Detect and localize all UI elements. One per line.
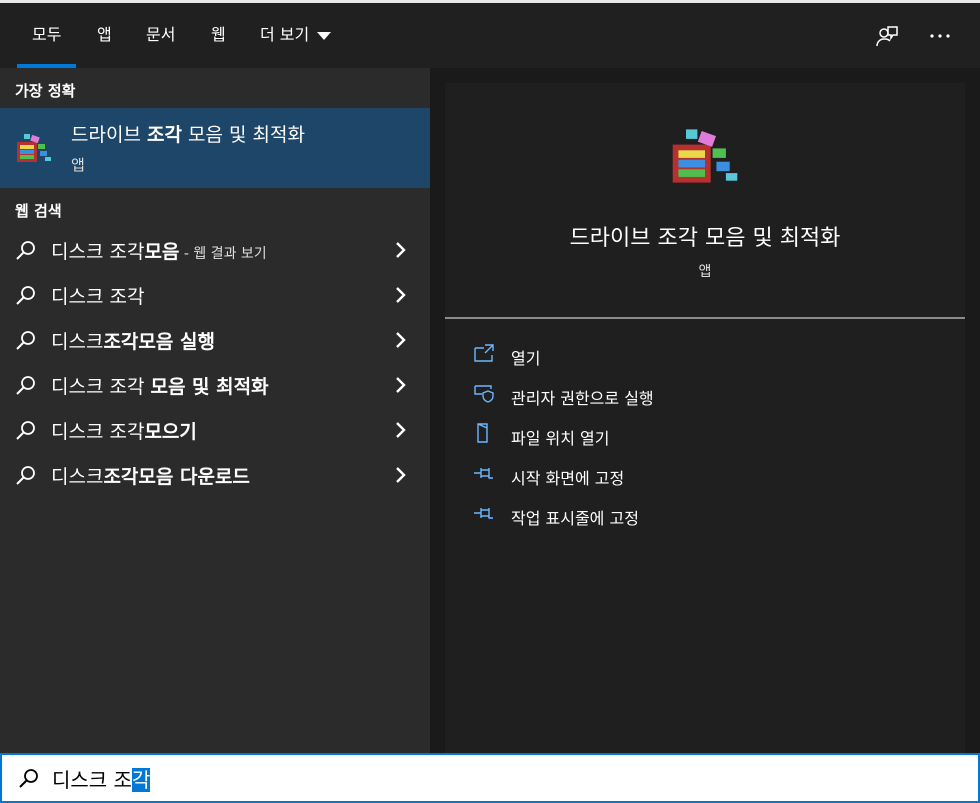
web-search-item[interactable]: 디스크조각모음 실행	[0, 318, 430, 363]
web-search-item-label: 디스크 조각모으기	[51, 421, 197, 443]
caret-down-icon	[317, 31, 332, 40]
search-icon	[16, 286, 35, 305]
more-options-icon[interactable]	[925, 21, 955, 51]
app-title: 드라이브 조각 모음 및 최적화	[569, 226, 841, 251]
defrag-app-icon	[17, 134, 51, 162]
best-match-title: 드라이브 조각 모음 및 최적화	[71, 124, 305, 146]
preview-panel: 드라이브 조각 모음 및 최적화 앱 열기 관리자 권한으로 실행 파일 위치 …	[430, 68, 980, 753]
action-label: 열기	[511, 349, 541, 368]
search-icon	[16, 421, 35, 440]
search-icon	[16, 376, 35, 395]
pin-icon	[474, 468, 493, 479]
tab-more-label: 더 보기	[260, 25, 310, 44]
chevron-right-icon	[396, 377, 406, 393]
web-search-item-label: 디스크 조각 모음 및 최적화	[51, 376, 269, 398]
web-search-item-label: 디스크조각모음 실행	[51, 331, 215, 353]
action-label: 파일 위치 열기	[511, 429, 610, 448]
web-search-item[interactable]: 디스크 조각모으기	[0, 408, 430, 453]
web-search-heading: 웹 검색	[15, 202, 62, 220]
action-label: 작업 표시줄에 고정	[511, 509, 639, 528]
search-icon	[19, 769, 38, 788]
search-query[interactable]: 디스크 조각	[52, 764, 151, 793]
web-search-item-label: 디스크 조각모음 - 웹 결과 보기	[51, 241, 267, 263]
feedback-icon[interactable]	[872, 21, 902, 51]
best-match-subtitle: 앱	[71, 156, 85, 174]
tab-more[interactable]: 더 보기	[260, 6, 332, 68]
web-search-item[interactable]: 디스크 조각모음 - 웹 결과 보기	[0, 228, 430, 273]
chevron-right-icon	[396, 467, 406, 483]
search-icon	[16, 331, 35, 350]
file-location-icon	[477, 423, 488, 443]
app-subtitle: 앱	[698, 264, 712, 280]
search-icon	[16, 466, 35, 485]
shield-icon	[474, 385, 494, 403]
search-selection: 각	[131, 768, 151, 792]
tab-all[interactable]: 모두	[16, 6, 78, 68]
web-search-item[interactable]: 디스크 조각 모음 및 최적화	[0, 363, 430, 408]
search-box[interactable]: 디스크 조각	[0, 753, 980, 803]
web-search-item-label: 디스크 조각	[51, 286, 145, 308]
divider	[445, 317, 965, 319]
chevron-right-icon	[396, 332, 406, 348]
chevron-right-icon	[396, 422, 406, 438]
pin-icon	[474, 508, 493, 519]
best-match-item[interactable]: 드라이브 조각 모음 및 최적화 앱	[0, 108, 430, 188]
web-search-item-label: 디스크조각모음 다운로드	[51, 466, 250, 488]
web-search-item[interactable]: 디스크 조각	[0, 273, 430, 318]
tab-documents[interactable]: 문서	[146, 6, 175, 68]
web-search-item[interactable]: 디스크조각모음 다운로드	[0, 453, 430, 498]
chevron-right-icon	[396, 242, 406, 258]
best-match-heading: 가장 정확	[15, 82, 76, 100]
open-icon	[474, 344, 494, 362]
chevron-right-icon	[396, 287, 406, 303]
filter-bar: 모두 앱 문서 웹 더 보기	[0, 0, 980, 68]
action-label: 관리자 권한으로 실행	[511, 389, 654, 408]
action-label: 시작 화면에 고정	[511, 469, 625, 488]
tab-apps[interactable]: 앱	[97, 6, 112, 68]
search-icon	[16, 241, 35, 260]
results-panel: 가장 정확 드라이브 조각 모음 및 최적화 앱 웹 검색 디스크 조각모음 -…	[0, 68, 430, 753]
tab-web[interactable]: 웹	[211, 6, 226, 68]
app-detail-card: 드라이브 조각 모음 및 최적화 앱 열기 관리자 권한으로 실행 파일 위치 …	[445, 83, 965, 753]
defrag-app-large-icon	[672, 129, 738, 183]
